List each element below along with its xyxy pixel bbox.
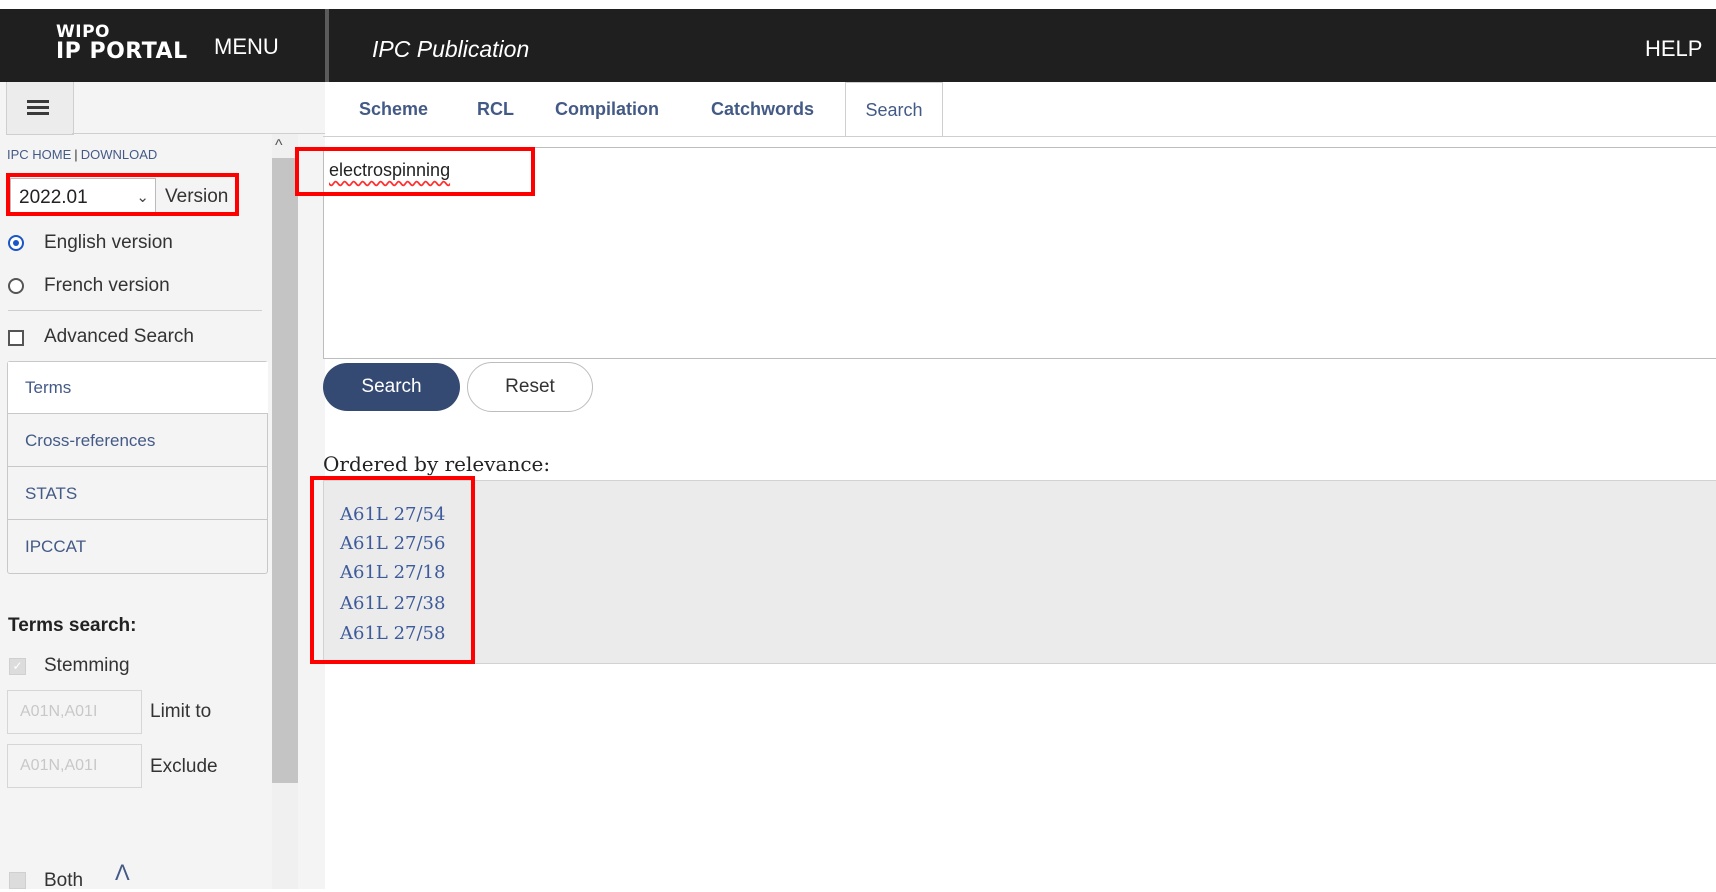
wipo-logo[interactable]: WIPO IP PORTAL [56, 22, 188, 64]
menu-button[interactable]: MENU [214, 34, 279, 60]
highlight-box-query [295, 147, 535, 196]
logo-line2: IP PORTAL [56, 39, 188, 64]
sidebar-divider [8, 310, 262, 311]
results-order-label: Ordered by relevance: [323, 452, 551, 476]
exclude-label: Exclude [150, 756, 218, 777]
tabs-baseline [323, 136, 1716, 137]
limit-to-input[interactable]: A01N,A01I [7, 690, 142, 734]
both-checkbox[interactable] [9, 872, 26, 889]
ipc-links: IPC HOME | DOWNLOAD [7, 147, 157, 162]
french-version-label: French version [44, 275, 170, 296]
download-link[interactable]: DOWNLOAD [81, 147, 158, 162]
terms-search-heading: Terms search: [8, 615, 137, 636]
sidebar-item-cross-references[interactable]: Cross-references [8, 415, 268, 467]
advanced-search-label: Advanced Search [44, 326, 194, 347]
tab-search[interactable]: Search [845, 82, 943, 136]
tab-rcl[interactable]: RCL [477, 82, 514, 136]
caret-up-icon[interactable]: Λ [115, 860, 130, 886]
advanced-search-checkbox[interactable] [8, 330, 24, 346]
sidebar-item-ipccat[interactable]: IPCCAT [8, 521, 268, 573]
search-button[interactable]: Search [323, 363, 460, 411]
sidebar-item-stats[interactable]: STATS [8, 468, 268, 520]
english-version-radio[interactable] [8, 235, 24, 251]
results-panel [323, 480, 1716, 664]
sidebar-item-terms[interactable]: Terms [8, 362, 268, 414]
tab-catchwords[interactable]: Catchwords [711, 82, 814, 136]
exclude-input[interactable]: A01N,A01I [7, 744, 142, 788]
tab-scheme[interactable]: Scheme [359, 82, 428, 136]
ipc-home-link[interactable]: IPC HOME [7, 147, 71, 162]
scroll-up-arrow-icon[interactable]: ^ [275, 137, 283, 155]
french-version-radio[interactable] [8, 278, 24, 294]
page-title: IPC Publication [372, 36, 530, 62]
highlight-box-version [6, 173, 239, 216]
stemming-checkbox[interactable]: ✓ [9, 658, 26, 675]
hamburger-icon[interactable] [27, 100, 49, 116]
help-link[interactable]: HELP [1645, 36, 1702, 62]
links-separator: | [74, 147, 78, 162]
scrollbar-thumb[interactable] [272, 158, 298, 783]
english-version-label: English version [44, 232, 173, 253]
reset-button[interactable]: Reset [467, 362, 593, 412]
tab-compilation[interactable]: Compilation [555, 82, 659, 136]
header-divider [325, 9, 329, 82]
highlight-box-results [310, 476, 475, 664]
limit-to-label: Limit to [150, 701, 212, 722]
stemming-label: Stemming [44, 655, 130, 676]
